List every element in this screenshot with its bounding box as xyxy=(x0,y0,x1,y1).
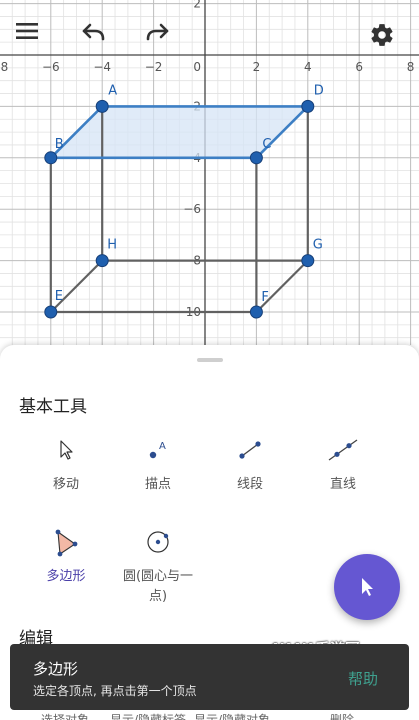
y-tick-label: 2 xyxy=(193,0,201,11)
undo-icon xyxy=(82,23,105,41)
redo-icon xyxy=(146,23,169,41)
point-label-E: E xyxy=(55,289,63,304)
point-label-H: H xyxy=(107,238,117,253)
x-tick-label: 4 xyxy=(304,60,312,74)
redo-button[interactable] xyxy=(145,22,179,56)
tool-segment-label: 线段 xyxy=(236,477,263,492)
segment-icon xyxy=(239,441,261,459)
basic-tools-title: 基本工具 xyxy=(19,397,87,417)
y-tick-label: −6 xyxy=(183,202,201,216)
point-label-D: D xyxy=(314,83,324,98)
x-tick-label: −4 xyxy=(93,60,111,74)
arrow-pointer-icon xyxy=(362,578,373,596)
point-A xyxy=(95,99,109,113)
point-label-F: F xyxy=(261,290,268,305)
svg-text:A: A xyxy=(159,441,166,452)
move-mode-fab[interactable] xyxy=(334,554,400,620)
snackbar-title: 多边形 xyxy=(33,660,79,678)
sheet-drag-handle[interactable] xyxy=(197,358,223,362)
point-label-C: C xyxy=(262,137,271,152)
point-E xyxy=(44,305,58,319)
graphics-view[interactable]: −8−6−4−2024682−2−4−6−8−10 ABCDEFGH xyxy=(0,0,419,345)
tool-move-label: 移动 xyxy=(52,477,79,492)
x-tick-label: −6 xyxy=(42,60,60,74)
point-F xyxy=(249,305,263,319)
point-D xyxy=(301,99,315,113)
hamburger-menu-icon xyxy=(16,23,38,39)
circle-icon xyxy=(147,531,169,553)
menu-button[interactable] xyxy=(16,22,50,56)
arrow-pointer-icon xyxy=(60,440,73,460)
tool-delete-label[interactable]: 删除 xyxy=(302,711,382,720)
coordinate-plane[interactable]: −8−6−4−2024682−2−4−6−8−10 ABCDEFGH xyxy=(0,0,419,345)
tool-move[interactable]: 移动 xyxy=(14,433,118,495)
tool-help-snackbar: 多边形 选定各顶点, 再点击第一个顶点 帮助 xyxy=(10,644,409,710)
polygon-icon xyxy=(55,529,78,557)
undo-button[interactable] xyxy=(80,22,114,56)
help-button[interactable]: 帮助 xyxy=(348,668,378,689)
tool-polygon[interactable]: 多边形 xyxy=(14,525,118,587)
tool-point[interactable]: A 描点 xyxy=(106,433,210,495)
x-tick-label: 0 xyxy=(193,60,201,74)
tool-polygon-label: 多边形 xyxy=(46,569,86,584)
tool-circle[interactable]: 圆(圆心与一点) xyxy=(106,525,210,607)
x-tick-label: −2 xyxy=(145,60,163,74)
x-tick-label: 6 xyxy=(355,60,363,74)
tool-point-label: 描点 xyxy=(144,477,171,492)
x-tick-label: 8 xyxy=(407,60,415,74)
gear-icon xyxy=(371,24,393,46)
tool-show-hide-label-label[interactable]: 显示/隐藏标签 xyxy=(108,711,188,720)
tool-select-label[interactable]: 选择对象 xyxy=(25,711,105,720)
tool-line[interactable]: 直线 xyxy=(291,433,395,495)
snackbar-message: 选定各顶点, 再点击第一个顶点 xyxy=(33,684,197,698)
point-C xyxy=(249,151,263,165)
x-tick-label: 2 xyxy=(253,60,261,74)
settings-button[interactable] xyxy=(369,22,403,56)
point-label-A: A xyxy=(108,83,117,98)
tool-show-hide-object-label[interactable]: 显示/隐藏对象 xyxy=(192,711,272,720)
point-B xyxy=(44,151,58,165)
point-G xyxy=(301,254,315,268)
tool-segment[interactable]: 线段 xyxy=(198,433,302,495)
tool-circle-label: 圆(圆心与一点) xyxy=(122,569,194,604)
point-label-G: G xyxy=(313,238,323,253)
point-icon: A xyxy=(149,441,166,459)
point-H xyxy=(95,254,109,268)
line-icon xyxy=(328,439,358,461)
x-tick-label: −8 xyxy=(0,60,8,74)
point-label-B: B xyxy=(55,137,64,152)
tool-line-label: 直线 xyxy=(329,477,356,492)
